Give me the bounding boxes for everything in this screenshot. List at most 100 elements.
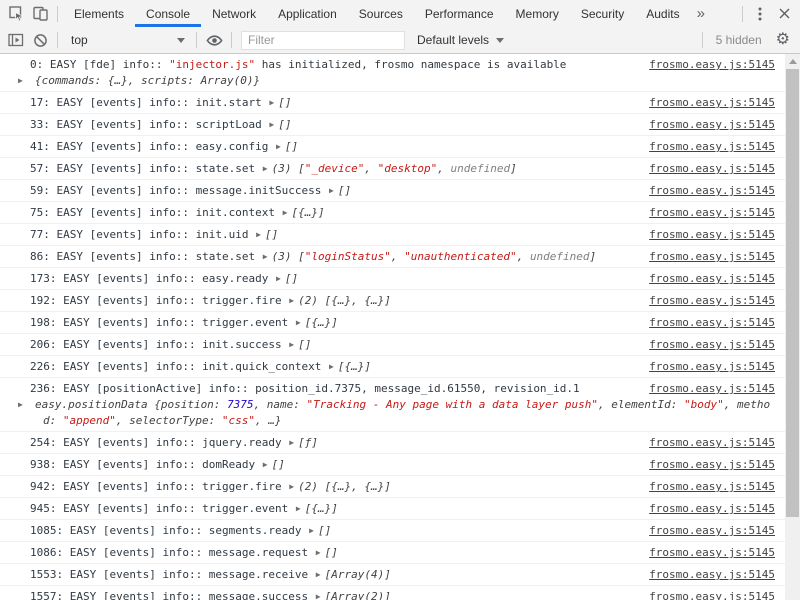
tab-network[interactable]: Network <box>201 0 267 27</box>
toolbar-divider <box>702 32 703 48</box>
expand-toggle-icon[interactable]: ▶ <box>275 139 285 155</box>
message-text: [] <box>285 272 298 285</box>
expand-toggle-icon[interactable]: ▶ <box>268 95 278 111</box>
scrollbar-thumb[interactable] <box>786 69 799 517</box>
console-settings-button[interactable]: ⚙ <box>772 32 794 48</box>
source-link[interactable]: frosmo.easy.js:5145 <box>649 205 775 221</box>
expand-toggle-icon[interactable]: ▶ <box>268 117 278 133</box>
expand-toggle-icon[interactable]: ▶ <box>295 315 305 331</box>
tab-sources[interactable]: Sources <box>348 0 414 27</box>
expand-toggle-icon[interactable]: ▶ <box>288 479 298 495</box>
source-link[interactable]: frosmo.easy.js:5145 <box>649 315 775 331</box>
source-link[interactable]: frosmo.easy.js:5145 <box>649 435 775 451</box>
message-text: , <box>364 162 377 175</box>
message-text: (3) [ <box>272 250 305 263</box>
tab-security[interactable]: Security <box>570 0 635 27</box>
vertical-scrollbar[interactable] <box>785 54 800 600</box>
inspect-element-button[interactable] <box>4 1 28 27</box>
message-line: 1085: EASY [events] info:: segments.read… <box>30 523 633 539</box>
console-message: 57: EASY [events] info:: state.set ▶(3) … <box>0 158 785 180</box>
source-link[interactable]: frosmo.easy.js:5145 <box>649 57 775 73</box>
source-link[interactable]: frosmo.easy.js:5145 <box>649 457 775 473</box>
expand-toggle-icon[interactable]: ▶ <box>262 161 272 177</box>
expand-toggle-icon[interactable]: ▶ <box>308 523 318 539</box>
device-toolbar-button[interactable] <box>28 1 52 27</box>
source-link[interactable]: frosmo.easy.js:5145 <box>649 271 775 287</box>
tab-memory[interactable]: Memory <box>505 0 570 27</box>
message-text: 938: EASY [events] info:: domReady <box>30 458 262 471</box>
tabbar-right-cluster <box>737 1 796 27</box>
tab-application[interactable]: Application <box>267 0 348 27</box>
expand-toggle-icon[interactable]: ▶ <box>315 545 325 561</box>
message-text: [ƒ] <box>298 436 318 449</box>
message-text: , selectorType: <box>116 414 222 427</box>
message-text: [Array(4)] <box>325 568 391 581</box>
source-link[interactable]: frosmo.easy.js:5145 <box>649 249 775 265</box>
tab-console[interactable]: Console <box>135 0 201 27</box>
expand-toggle-icon[interactable]: ▶ <box>275 271 285 287</box>
console-message: 192: EASY [events] info:: trigger.fire ▶… <box>0 290 785 312</box>
source-link[interactable]: frosmo.easy.js:5145 <box>649 567 775 583</box>
source-link[interactable]: frosmo.easy.js:5145 <box>649 227 775 243</box>
message-text: "injector.js" <box>169 58 255 71</box>
expand-toggle-icon[interactable]: ▶ <box>315 589 325 600</box>
expand-toggle-icon[interactable]: ▶ <box>315 567 325 583</box>
scroll-up-arrow-icon <box>789 59 797 64</box>
console-message: 226: EASY [events] info:: init.quick_con… <box>0 356 785 378</box>
message-line: 226: EASY [events] info:: init.quick_con… <box>30 359 633 375</box>
source-link[interactable]: frosmo.easy.js:5145 <box>649 545 775 561</box>
source-link[interactable]: frosmo.easy.js:5145 <box>649 359 775 375</box>
source-link[interactable]: frosmo.easy.js:5145 <box>649 479 775 495</box>
console-message: 75: EASY [events] info:: init.context ▶[… <box>0 202 785 224</box>
source-link[interactable]: frosmo.easy.js:5145 <box>649 337 775 353</box>
source-link[interactable]: frosmo.easy.js:5145 <box>649 523 775 539</box>
tab-audits[interactable]: Audits <box>635 0 690 27</box>
clear-console-button[interactable] <box>28 27 52 53</box>
console-message: 77: EASY [events] info:: init.uid ▶[]fro… <box>0 224 785 246</box>
message-text: , …} <box>255 414 282 427</box>
object-preview: ▶easy.positionData {position: 7375, name… <box>30 397 775 429</box>
expand-toggle-icon[interactable]: ▶ <box>328 359 338 375</box>
expand-toggle-icon[interactable]: ▶ <box>282 205 292 221</box>
more-tabs-button[interactable]: » <box>691 5 711 22</box>
expand-toggle-icon[interactable]: ▶ <box>262 457 272 473</box>
source-link[interactable]: frosmo.easy.js:5145 <box>649 381 775 397</box>
scrollbar-up-button[interactable] <box>785 54 800 68</box>
source-link[interactable]: frosmo.easy.js:5145 <box>649 501 775 517</box>
devtools-menu-button[interactable] <box>748 1 772 27</box>
tab-performance[interactable]: Performance <box>414 0 505 27</box>
expand-toggle-icon[interactable]: ▶ <box>288 435 298 451</box>
source-link[interactable]: frosmo.easy.js:5145 <box>649 139 775 155</box>
source-link[interactable]: frosmo.easy.js:5145 <box>649 183 775 199</box>
message-line: 254: EASY [events] info:: jquery.ready ▶… <box>30 435 633 451</box>
tab-elements[interactable]: Elements <box>63 0 135 27</box>
expand-toggle-icon[interactable]: ▶ <box>328 183 338 199</box>
expand-toggle-icon[interactable]: ▶ <box>255 227 265 243</box>
expand-toggle-icon[interactable]: ▶ <box>288 293 298 309</box>
source-link[interactable]: frosmo.easy.js:5145 <box>649 95 775 111</box>
source-link[interactable]: frosmo.easy.js:5145 <box>649 117 775 133</box>
object-preview: ▶{commands: {…}, scripts: Array(0)} <box>30 73 775 89</box>
live-expression-button[interactable] <box>202 27 226 53</box>
source-link[interactable]: frosmo.easy.js:5145 <box>649 293 775 309</box>
message-text: 192: EASY [events] info:: trigger.fire <box>30 294 288 307</box>
source-link[interactable]: frosmo.easy.js:5145 <box>649 161 775 177</box>
filter-input[interactable] <box>241 31 405 50</box>
source-link[interactable]: frosmo.easy.js:5145 <box>649 589 775 600</box>
execution-context-selector[interactable]: top <box>63 33 191 47</box>
console-sidebar-toggle-button[interactable] <box>4 27 28 53</box>
console-message: 945: EASY [events] info:: trigger.event … <box>0 498 785 520</box>
message-line: 33: EASY [events] info:: scriptLoad ▶[] <box>30 117 633 133</box>
log-levels-selector[interactable]: Default levels <box>409 33 512 47</box>
message-text: [{…}] <box>292 206 325 219</box>
toolbar-right-cluster: 5 hidden ⚙ <box>697 32 794 48</box>
eye-icon <box>206 33 223 48</box>
message-line: 86: EASY [events] info:: state.set ▶(3) … <box>30 249 633 265</box>
close-devtools-button[interactable] <box>772 1 796 27</box>
message-text: [] <box>278 96 291 109</box>
expand-toggle-icon[interactable]: ▶ <box>262 249 272 265</box>
expand-toggle-icon[interactable]: ▶ <box>288 337 298 353</box>
expand-toggle-icon[interactable]: ▶ <box>295 501 305 517</box>
message-line: 945: EASY [events] info:: trigger.event … <box>30 501 633 517</box>
message-text: [] <box>272 458 285 471</box>
